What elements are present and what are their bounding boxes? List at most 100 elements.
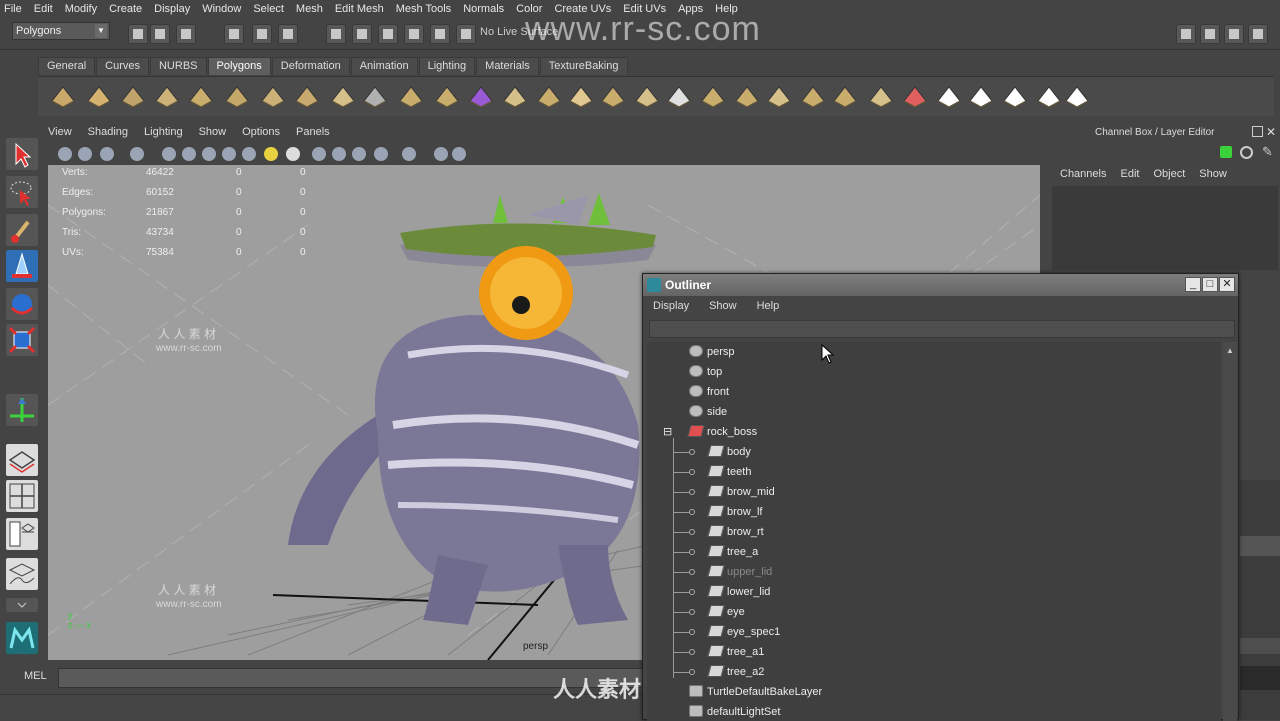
outliner-item[interactable]: top	[689, 362, 722, 382]
outliner-menu-display[interactable]: Display	[653, 300, 689, 312]
camera-attributes-icon[interactable]	[58, 147, 72, 161]
outliner-menu-help[interactable]: Help	[757, 300, 780, 312]
reduce-icon[interactable]	[500, 81, 530, 111]
poly-plane-icon[interactable]	[186, 81, 216, 111]
scale-tool-icon[interactable]	[6, 324, 38, 356]
make-live-icon[interactable]	[456, 24, 476, 44]
menu-mesh[interactable]: Mesh	[296, 3, 323, 15]
split-icon[interactable]	[732, 81, 762, 111]
outliner-layout-icon[interactable]	[6, 518, 38, 550]
menu-select[interactable]: Select	[253, 3, 284, 15]
outliner-item[interactable]: body	[707, 442, 751, 462]
render-view-icon[interactable]	[1224, 24, 1244, 44]
resolution-gate-icon[interactable]	[434, 147, 448, 161]
fill-hole-icon[interactable]	[566, 81, 596, 111]
snap-point-icon[interactable]	[378, 24, 398, 44]
channel-menu-object[interactable]: Object	[1153, 168, 1185, 180]
float-icon[interactable]	[1252, 126, 1263, 137]
four-pane-layout-icon[interactable]	[6, 480, 38, 512]
menu-window[interactable]: Window	[202, 3, 241, 15]
bevel-icon[interactable]	[598, 81, 628, 111]
snap-plane-icon[interactable]	[404, 24, 424, 44]
outliner-item[interactable]: rock_boss	[687, 422, 757, 442]
extrude-icon[interactable]	[664, 81, 694, 111]
wedge-icon[interactable]	[900, 81, 930, 111]
save-scene-icon[interactable]	[176, 24, 196, 44]
outliner-item[interactable]: eye	[707, 602, 745, 622]
select-hierarchy-icon[interactable]	[224, 24, 244, 44]
graph-layout-icon[interactable]	[6, 558, 38, 590]
outliner-item[interactable]: lower_lid	[707, 582, 770, 602]
poly-sphere-icon[interactable]	[48, 81, 78, 111]
poly-torus-icon[interactable]	[222, 81, 252, 111]
poly-cone-icon[interactable]	[152, 81, 182, 111]
outliner-filter-field[interactable]	[649, 320, 1235, 338]
antialias-icon[interactable]	[352, 147, 366, 161]
use-lights-icon[interactable]	[242, 147, 256, 161]
paint-select-tool-icon[interactable]	[6, 214, 38, 246]
shelf-tab-texturebaking[interactable]: TextureBaking	[539, 57, 628, 75]
separate-icon[interactable]	[360, 81, 390, 111]
poly-cube-icon[interactable]	[84, 81, 114, 111]
sidebar-toggle-icon[interactable]	[1248, 24, 1268, 44]
shelf-tab-nurbs[interactable]: NURBS	[149, 57, 207, 75]
shelf-tab-animation[interactable]: Animation	[350, 57, 418, 75]
outliner-item[interactable]: tree_a2	[707, 662, 764, 682]
shelf-tab-deformation[interactable]: Deformation	[271, 57, 350, 75]
close-button[interactable]: ✕	[1219, 277, 1235, 292]
motion-blur-icon[interactable]	[332, 147, 346, 161]
collapse-toggle-icon[interactable]: ⊟	[663, 422, 672, 442]
outliner-item[interactable]: brow_mid	[707, 482, 775, 502]
history-icon[interactable]	[1176, 24, 1196, 44]
mirror-icon[interactable]	[534, 81, 564, 111]
panel-menu-show[interactable]: Show	[199, 126, 227, 144]
edit-icon[interactable]: ✎	[1262, 144, 1273, 160]
shelf-tab-materials[interactable]: Materials	[476, 57, 539, 75]
film-gate-icon[interactable]	[452, 147, 466, 161]
refresh-icon[interactable]	[1240, 146, 1253, 159]
extract-icon[interactable]	[396, 81, 426, 111]
image-plane-icon[interactable]	[100, 147, 114, 161]
select-object-icon[interactable]	[252, 24, 272, 44]
boolean-icon[interactable]	[466, 81, 496, 111]
bookmark-icon[interactable]	[78, 147, 92, 161]
quadrangulate-icon[interactable]	[1000, 81, 1030, 111]
outliner-menu-show[interactable]: Show	[709, 300, 737, 312]
layer-buttons[interactable]	[1240, 536, 1280, 556]
mel-label[interactable]: MEL	[24, 670, 47, 682]
frame-selected-icon[interactable]	[402, 147, 416, 161]
shelf-tab-general[interactable]: General	[38, 57, 96, 75]
panel-menu-shading[interactable]: Shading	[88, 126, 128, 144]
menu-mesh-tools[interactable]: Mesh Tools	[396, 3, 451, 15]
outliner-item[interactable]: eye_spec1	[707, 622, 780, 642]
lasso-tool-icon[interactable]	[6, 176, 38, 208]
menu-set-selector[interactable]: Polygons ▼	[12, 22, 110, 40]
move-tool-icon[interactable]	[6, 250, 38, 282]
layer-scroll[interactable]	[1240, 638, 1280, 654]
panel-menu-lighting[interactable]: Lighting	[144, 126, 183, 144]
snap-grid-icon[interactable]	[326, 24, 346, 44]
collapse-icon[interactable]	[866, 81, 896, 111]
outliner-item[interactable]: brow_lf	[707, 502, 762, 522]
shadows-icon[interactable]	[264, 147, 278, 161]
open-scene-icon[interactable]	[150, 24, 170, 44]
new-scene-icon[interactable]	[128, 24, 148, 44]
panel-menu-options[interactable]: Options	[242, 126, 280, 144]
select-tool-icon[interactable]	[6, 138, 38, 170]
outliner-item[interactable]: tree_a	[707, 542, 758, 562]
snap-surface-icon[interactable]	[430, 24, 450, 44]
select-component-icon[interactable]	[278, 24, 298, 44]
outliner-titlebar[interactable]: Outliner _ □ ✕	[643, 274, 1238, 296]
smooth-shade-icon[interactable]	[182, 147, 196, 161]
menu-normals[interactable]: Normals	[463, 3, 504, 15]
channel-filter-icon[interactable]	[1220, 146, 1232, 158]
panel-menu-panels[interactable]: Panels	[296, 126, 330, 144]
channel-menu-show[interactable]: Show	[1199, 168, 1227, 180]
ambient-occlusion-icon[interactable]	[312, 147, 326, 161]
shelf-tab-lighting[interactable]: Lighting	[418, 57, 476, 75]
frame-all-icon[interactable]	[374, 147, 388, 161]
bridge-icon[interactable]	[632, 81, 662, 111]
triangulate-icon[interactable]	[966, 81, 996, 111]
combine-icon[interactable]	[328, 81, 358, 111]
poly-pipe-icon[interactable]	[292, 81, 322, 111]
